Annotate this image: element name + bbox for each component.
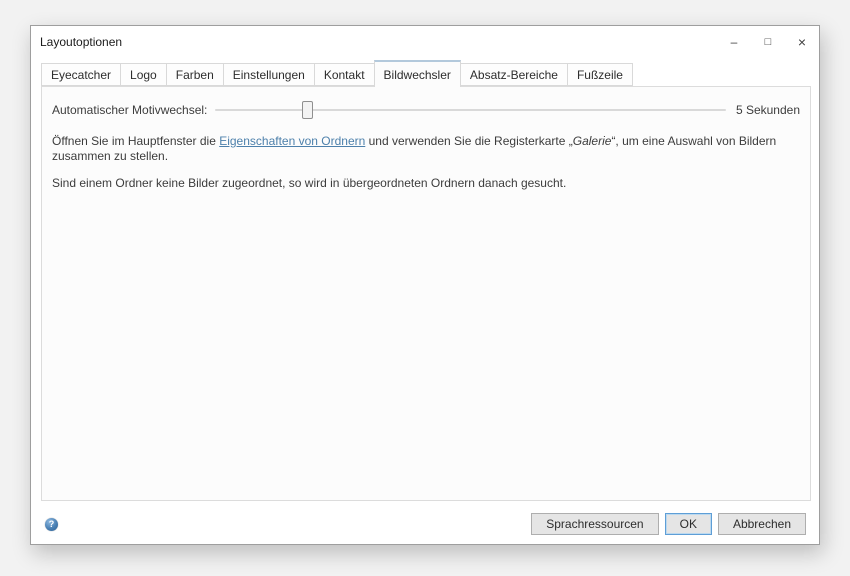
gallery-hint-paragraph: Öffnen Sie im Hauptfenster die Eigenscha… bbox=[42, 134, 810, 164]
layout-options-dialog: Layoutoptionen – □ × Eyecatcher Logo Far… bbox=[30, 25, 820, 545]
dialog-footer: ? Sprachressourcen OK Abbrechen bbox=[41, 513, 806, 535]
tab-kontakt[interactable]: Kontakt bbox=[314, 63, 375, 86]
close-icon[interactable]: × bbox=[785, 26, 819, 58]
hint-text-1: Öffnen Sie im Hauptfenster die bbox=[52, 134, 219, 148]
hint-text-2: und verwenden Sie die Registerkarte „ bbox=[365, 134, 572, 148]
tab-farben[interactable]: Farben bbox=[166, 63, 224, 86]
tab-eyecatcher[interactable]: Eyecatcher bbox=[41, 63, 121, 86]
bildwechsler-tab-panel: Automatischer Motivwechsel: 5 Sekunden Ö… bbox=[41, 86, 811, 501]
slider-value-label: 5 Sekunden bbox=[736, 103, 800, 117]
motive-change-slider-row: Automatischer Motivwechsel: 5 Sekunden bbox=[42, 87, 810, 119]
maximize-icon[interactable]: □ bbox=[751, 26, 785, 58]
title-bar: Layoutoptionen – □ × bbox=[31, 26, 819, 58]
slider-label: Automatischer Motivwechsel: bbox=[52, 103, 207, 117]
fallback-hint-paragraph: Sind einem Ordner keine Bilder zugeordne… bbox=[42, 176, 810, 191]
sprachressourcen-button[interactable]: Sprachressourcen bbox=[531, 513, 658, 535]
folder-properties-link[interactable]: Eigenschaften von Ordnern bbox=[219, 134, 365, 148]
tab-absatz-bereiche[interactable]: Absatz-Bereiche bbox=[460, 63, 568, 86]
slider-track[interactable] bbox=[215, 109, 726, 111]
window-title: Layoutoptionen bbox=[40, 35, 122, 49]
slider-thumb[interactable] bbox=[302, 101, 313, 119]
tab-einstellungen[interactable]: Einstellungen bbox=[223, 63, 315, 86]
tab-fusszeile[interactable]: Fußzeile bbox=[567, 63, 633, 86]
window-controls: – □ × bbox=[717, 26, 819, 58]
abbrechen-button[interactable]: Abbrechen bbox=[718, 513, 806, 535]
tab-logo[interactable]: Logo bbox=[120, 63, 167, 86]
interval-slider[interactable] bbox=[215, 101, 726, 119]
help-icon[interactable]: ? bbox=[45, 518, 58, 531]
minimize-icon[interactable]: – bbox=[717, 26, 751, 58]
ok-button[interactable]: OK bbox=[665, 513, 712, 535]
footer-buttons: Sprachressourcen OK Abbrechen bbox=[531, 513, 806, 535]
tab-bildwechsler[interactable]: Bildwechsler bbox=[374, 60, 461, 87]
gallery-tab-name: Galerie bbox=[573, 134, 612, 148]
tab-strip: Eyecatcher Logo Farben Einstellungen Kon… bbox=[41, 60, 633, 86]
